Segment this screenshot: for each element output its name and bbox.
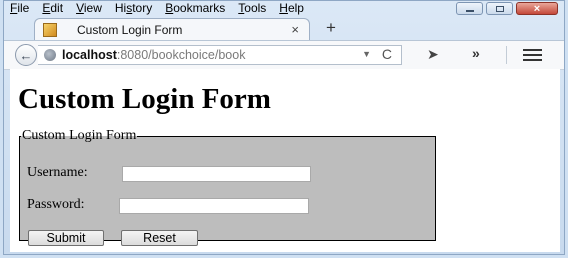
fieldset-legend: Custom Login Form	[22, 128, 137, 143]
maximize-button[interactable]	[486, 2, 513, 15]
password-label: Password:	[27, 197, 85, 212]
menu-bar: File Edit View History Bookmarks Tools H…	[10, 1, 304, 17]
close-icon: ×	[533, 2, 541, 15]
username-row: Username:	[27, 165, 311, 182]
menu-tools[interactable]: Tools	[238, 1, 266, 17]
hamburger-menu-icon[interactable]	[523, 49, 542, 64]
menu-help[interactable]: Help	[279, 1, 304, 17]
window-controls: ×	[456, 2, 558, 15]
tab-title: Custom Login Form	[77, 23, 183, 37]
maximize-icon	[495, 5, 504, 12]
page-title: Custom Login Form	[18, 83, 271, 115]
tab-close-icon[interactable]: ×	[291, 22, 299, 37]
submit-button[interactable]: Submit	[28, 230, 104, 246]
overflow-chevron-icon[interactable]: »	[472, 45, 480, 61]
page-content: Custom Login Form Custom Login Form User…	[10, 69, 560, 252]
menu-file[interactable]: File	[10, 1, 29, 17]
url-text[interactable]: localhost:8080/bookchoice/book	[62, 48, 245, 62]
username-label: Username:	[27, 165, 88, 180]
browser-window: File Edit View History Bookmarks Tools H…	[3, 0, 565, 255]
send-icon[interactable]: ➤	[427, 46, 439, 63]
back-button[interactable]: ←	[15, 44, 37, 66]
url-bar[interactable]: localhost:8080/bookchoice/book ▼ C	[38, 45, 402, 65]
reset-button[interactable]: Reset	[121, 230, 198, 246]
password-input[interactable]	[119, 198, 309, 214]
toolbar-divider	[506, 46, 507, 64]
password-row: Password:	[27, 197, 309, 214]
menu-bookmarks[interactable]: Bookmarks	[165, 1, 225, 17]
back-arrow-icon: ←	[19, 47, 33, 63]
minimize-icon	[465, 9, 474, 12]
username-input[interactable]	[122, 166, 311, 182]
new-tab-button[interactable]: +	[326, 19, 336, 37]
tab-custom-login-form[interactable]: Custom Login Form ×	[34, 18, 310, 40]
reload-icon[interactable]: C	[382, 46, 392, 62]
menu-history[interactable]: History	[115, 1, 152, 17]
navigation-bar: localhost:8080/bookchoice/book ▼ C ← ➤ »	[4, 40, 564, 70]
close-window-button[interactable]: ×	[516, 2, 558, 15]
url-dropdown-icon[interactable]: ▼	[362, 49, 371, 59]
login-fieldset: Custom Login Form Username: Password: Su…	[19, 128, 436, 246]
menu-edit[interactable]: Edit	[42, 1, 63, 17]
page-icon	[43, 23, 57, 37]
minimize-button[interactable]	[456, 2, 483, 15]
menu-view[interactable]: View	[76, 1, 102, 17]
globe-icon	[44, 49, 56, 61]
